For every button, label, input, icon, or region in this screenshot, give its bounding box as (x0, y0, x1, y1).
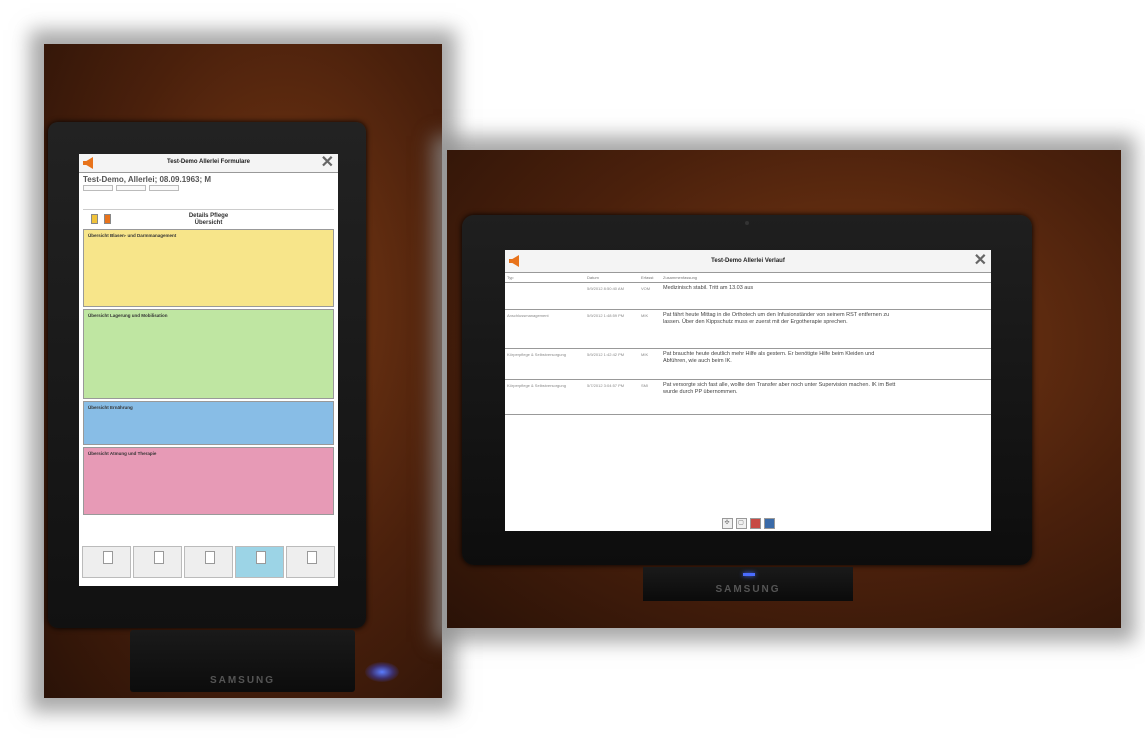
entry-user: VOM (641, 286, 651, 291)
entry-type: Körperpflege & Selbstversorgung (507, 352, 566, 357)
save-icon[interactable] (763, 517, 775, 529)
section-nutrition[interactable]: Übersicht Ernährung (83, 401, 334, 445)
entry-user: SMI (641, 383, 649, 388)
status-icons (91, 214, 111, 224)
col-user: Erfasst (641, 275, 654, 280)
section-title: Übersicht Blasen- und Darmmanagement (88, 233, 177, 238)
close-icon[interactable]: ✕ (321, 155, 334, 171)
entry-text: Medizinisch stabil. Tritt am 13.03 aus (663, 285, 754, 291)
patient-field-box (149, 185, 179, 191)
history-row[interactable]: Körperpflege & Selbstversorgung 5/9/2012… (505, 349, 991, 380)
entry-date: 5/9/2012 1:42:42 PM (587, 352, 625, 357)
forms-title: Test-Demo Allerlei Formulare (166, 159, 251, 165)
row-label (88, 241, 138, 246)
window-icon[interactable]: ▢ (735, 517, 747, 529)
entry-user: MIK (641, 352, 649, 357)
landscape-tablet: Test-Demo Allerlei Verlauf ✕ Typ Datum E… (462, 215, 1032, 565)
detail-heading-line-1: Details Pflege (188, 213, 229, 219)
forms-titlebar: Test-Demo Allerlei Formulare ✕ (79, 154, 338, 173)
patient-fields (83, 185, 334, 191)
section-breathing-therapy[interactable]: Übersicht Atmung und Therapie (83, 447, 334, 515)
camera-dot (745, 221, 749, 225)
col-date: Datum (587, 275, 599, 280)
landscape-stand: SAMSUNG (643, 567, 853, 601)
section-title: Übersicht Ernährung (88, 405, 133, 410)
power-led (743, 573, 755, 576)
history-columns: Typ Datum Erfasst Zusammenfassung (505, 273, 991, 283)
form-tab[interactable] (286, 546, 335, 578)
power-led-glow (365, 662, 399, 682)
history-titlebar: Test-Demo Allerlei Verlauf ✕ (505, 250, 991, 273)
pencil-icon[interactable] (749, 517, 761, 529)
entry-text: Pat brauchte heute deutlich mehr Hilfe a… (663, 351, 875, 364)
history-row[interactable]: Körperpflege & Selbstversorgung 5/7/2012… (505, 380, 991, 415)
col-summary: Zusammenfassung (663, 275, 698, 280)
portrait-stand: SAMSUNG (130, 630, 355, 692)
entry-date: 5/9/2012 8:50:40 AM (587, 286, 624, 291)
patient-name: Test-Demo, Allerlei; 08.09.1963; M (83, 175, 212, 184)
form-tab[interactable] (133, 546, 182, 578)
detail-heading-line-2: Übersicht (194, 220, 223, 226)
patient-field-box (83, 185, 113, 191)
form-tabs (79, 546, 338, 578)
stand-brand-left: SAMSUNG (209, 675, 276, 686)
detail-heading: Details Pflege Übersicht (79, 213, 338, 227)
landscape-screen: Test-Demo Allerlei Verlauf ✕ Typ Datum E… (505, 250, 991, 531)
portrait-screen: Test-Demo Allerlei Formulare ✕ Test-Demo… (79, 154, 338, 586)
patient-field-box (116, 185, 146, 191)
entry-text: Pat versorgte sich fast alle, wollte den… (663, 382, 896, 395)
form-tab[interactable] (82, 546, 131, 578)
stand-brand-right: SAMSUNG (715, 584, 781, 595)
entry-type: Anschlussmanagement (507, 313, 549, 318)
history-row[interactable]: 5/9/2012 8:50:40 AM VOM Medizinisch stab… (505, 283, 991, 310)
patient-header: Test-Demo, Allerlei; 08.09.1963; M (83, 175, 334, 210)
entry-date: 5/9/2012 1:48:59 PM (587, 313, 625, 318)
filter-icon[interactable]: ✣ (721, 517, 733, 529)
history-toolbar: ✣ ▢ (505, 515, 991, 531)
section-title: Übersicht Atmung und Therapie (88, 451, 157, 456)
status-icon[interactable] (104, 214, 111, 224)
col-type: Typ (507, 275, 514, 280)
status-icon[interactable] (91, 214, 98, 224)
entry-text: Pat fährt heute Mittag in die Orthotech … (663, 312, 890, 325)
history-row[interactable]: Anschlussmanagement 5/9/2012 1:48:59 PM … (505, 310, 991, 349)
section-positioning-mobilisation[interactable]: Übersicht Lagerung und Mobilisation (83, 309, 334, 399)
form-tab-active[interactable] (235, 546, 284, 578)
section-bladder-bowel[interactable]: Übersicht Blasen- und Darmmanagement (83, 229, 334, 307)
section-title: Übersicht Lagerung und Mobilisation (88, 313, 168, 318)
portrait-tablet: Test-Demo Allerlei Formulare ✕ Test-Demo… (48, 122, 366, 628)
history-title: Test-Demo Allerlei Verlauf (711, 258, 785, 264)
entry-type: Körperpflege & Selbstversorgung (507, 383, 566, 388)
close-icon[interactable]: ✕ (974, 253, 987, 269)
entry-date: 5/7/2012 3:04:57 PM (587, 383, 625, 388)
entry-user: MIK (641, 313, 649, 318)
form-tab[interactable] (184, 546, 233, 578)
